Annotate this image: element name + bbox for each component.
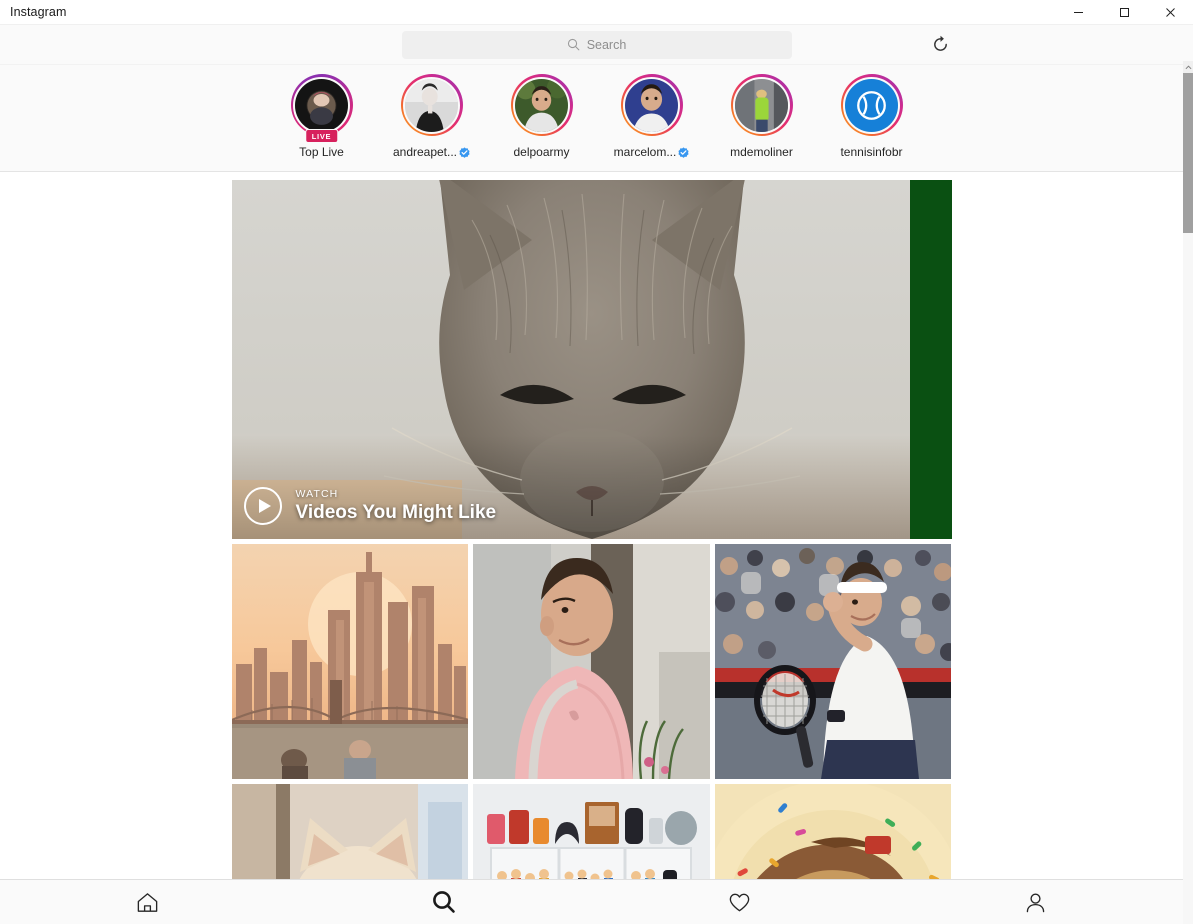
story-item-tennisinfobr[interactable]: tennisinfobr [831, 74, 913, 159]
avatar-image-andreapet [405, 78, 458, 132]
story-username: Top Live [299, 145, 344, 159]
heart-icon [729, 893, 750, 911]
story-item-andreapet[interactable]: andreapet... [391, 74, 473, 159]
story-avatar [513, 76, 570, 134]
story-ring [620, 74, 683, 136]
vertical-scrollbar[interactable] [1183, 61, 1193, 924]
window-title: Instagram [10, 5, 67, 19]
story-avatar [733, 76, 790, 134]
story-item-delpoarmy[interactable]: delpoarmy [501, 74, 583, 159]
story-label: mdemoliner [730, 145, 793, 159]
story-avatar [843, 76, 900, 134]
play-triangle [258, 499, 271, 513]
scrollbar-thumb[interactable] [1183, 73, 1193, 233]
watch-video-card[interactable]: WATCH Videos You Might Like [231, 180, 952, 539]
chevron-up-icon [1185, 64, 1191, 69]
nav-item-home[interactable] [0, 880, 296, 924]
watch-title: Videos You Might Like [295, 502, 497, 523]
maximize-button[interactable] [1101, 0, 1147, 25]
grid-media-collectible-shelf [473, 784, 710, 879]
home-icon [138, 892, 158, 912]
grid-media-man-pink-jacket [473, 544, 710, 779]
nav-item-activity[interactable] [592, 880, 888, 924]
maximize-icon [1119, 8, 1129, 17]
window-controls [1055, 0, 1193, 25]
play-icon[interactable] [243, 487, 282, 525]
scroll-up-button[interactable] [1183, 61, 1193, 73]
grid-item-collectible-shelf[interactable] [473, 784, 710, 879]
story-item-top-live[interactable]: LIVE Top Live [281, 74, 363, 159]
search-icon [432, 891, 455, 913]
watch-card-text: WATCH Videos You Might Like [296, 488, 497, 524]
grid-item-nyc-skyline[interactable] [231, 544, 469, 779]
story-ring [840, 74, 903, 136]
story-username: mdemoliner [730, 145, 793, 159]
avatar-image-tennisinfobr [845, 78, 898, 132]
story-avatar [623, 76, 680, 134]
refresh-icon [933, 35, 947, 51]
grid-media-cream-kitten [231, 784, 469, 879]
story-username: marcelom... [613, 145, 677, 159]
app-header: Search [0, 25, 1193, 65]
verified-badge-icon [678, 146, 689, 158]
story-ring [400, 74, 463, 136]
watch-card-accent-bar [909, 180, 952, 539]
avatar-image-delpoarmy [515, 78, 568, 132]
story-item-mdemoliner[interactable]: mdemoliner [721, 74, 803, 159]
grid-item-tennis-celebration[interactable] [714, 544, 952, 779]
story-label: tennisinfobr [840, 145, 902, 159]
live-badge: LIVE [304, 128, 339, 143]
grid-media-frosted-donut [714, 784, 952, 879]
avatar-image-top-live [295, 78, 348, 132]
scrollbar-track[interactable] [1183, 73, 1193, 924]
person-icon [1026, 893, 1044, 912]
explore-grid-row [231, 784, 952, 879]
story-avatar [403, 76, 460, 134]
watch-kicker: WATCH [295, 488, 339, 500]
story-ring [510, 74, 573, 136]
refresh-button[interactable] [925, 30, 955, 60]
verified-badge-icon [459, 146, 470, 158]
story-ring: LIVE [290, 74, 353, 143]
search-icon [567, 38, 580, 51]
story-label: marcelom... [614, 145, 690, 159]
grid-item-frosted-donut[interactable] [714, 784, 952, 879]
explore-grid-row [231, 544, 952, 779]
story-item-marcelom[interactable]: marcelom... [611, 74, 693, 159]
feed-column: WATCH Videos You Might Like [231, 172, 952, 879]
avatar-image-mdemoliner [735, 78, 788, 132]
grid-item-cream-kitten[interactable] [231, 784, 469, 879]
grid-media-tennis-celebration [714, 544, 952, 779]
minimize-button[interactable] [1055, 0, 1101, 25]
stories-tray[interactable]: LIVE Top Live andreapet... delpoarmy mar… [0, 65, 1193, 172]
avatar-image-marcelom [625, 78, 678, 132]
story-avatar [293, 76, 350, 134]
story-ring [730, 74, 793, 136]
close-icon [1165, 8, 1175, 17]
bottom-navigation [0, 879, 1183, 924]
close-button[interactable] [1147, 0, 1193, 25]
watch-card-overlay: WATCH Videos You Might Like [243, 487, 497, 525]
feed-scroll-area[interactable]: WATCH Videos You Might Like [0, 172, 1183, 879]
title-bar: Instagram [0, 0, 1193, 25]
search-placeholder: Search [586, 37, 627, 52]
nav-item-profile[interactable] [887, 880, 1183, 924]
story-username: andreapet... [392, 145, 458, 159]
grid-media-nyc-skyline [231, 544, 469, 779]
story-username: delpoarmy [513, 145, 570, 159]
story-username: tennisinfobr [840, 145, 903, 159]
search-input[interactable]: Search [401, 30, 792, 59]
grid-item-man-pink-jacket[interactable] [473, 544, 710, 779]
story-label: Top Live [299, 145, 344, 159]
story-label: delpoarmy [513, 145, 569, 159]
nav-item-search[interactable] [296, 880, 592, 924]
watch-card-media [231, 180, 952, 539]
story-label: andreapet... [393, 145, 470, 159]
minimize-icon [1073, 12, 1083, 13]
